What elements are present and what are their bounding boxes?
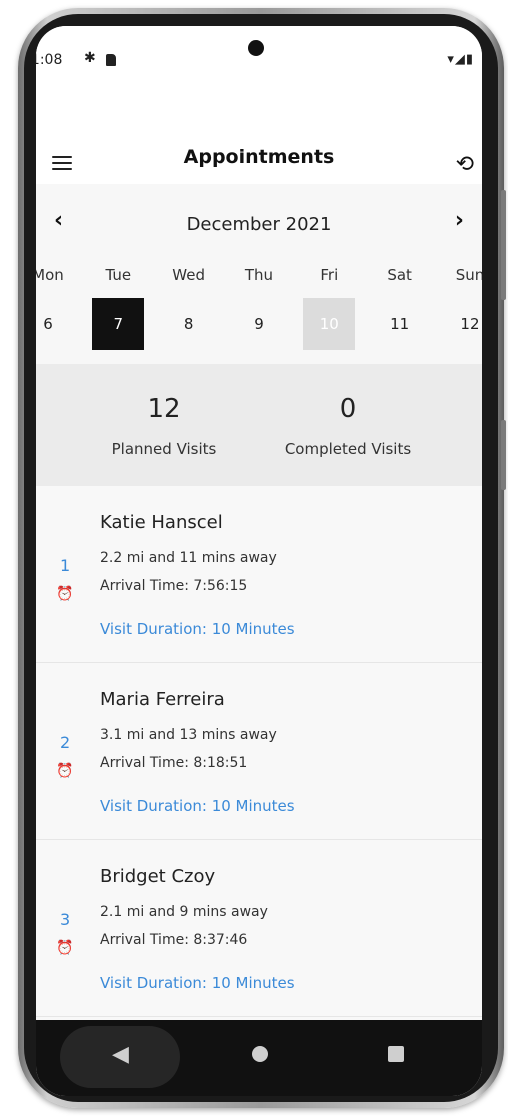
sync-icon[interactable]: ⟲ <box>456 152 474 177</box>
day-date: 11 <box>390 315 410 333</box>
status-time: 11:08 <box>36 52 63 68</box>
app-screen: 11:08 ✱ ▾◢▮ Appointments ⟲ ‹ December 20… <box>36 26 482 1096</box>
month-label: December 2021 <box>186 214 332 235</box>
arrival-time: Arrival Time: 8:18:51 <box>100 755 248 771</box>
day-date: 6 <box>43 315 53 333</box>
appointment-list: 1 ⏰ Katie Hanscel 2.2 mi and 11 mins awa… <box>36 486 482 1046</box>
power-button <box>501 420 506 490</box>
appointment-index: 3 <box>60 910 71 929</box>
day-fri: Fri 10 <box>303 266 356 350</box>
day-date: 9 <box>254 315 264 333</box>
appointment-card[interactable]: 3 ⏰ Bridget Czoy 2.1 mi and 9 mins away … <box>36 840 482 1017</box>
day-row: Mon 6 Tue 7 Wed 8 Thu 9 Fri 10 Sat 11 Su… <box>36 266 482 350</box>
day-sun[interactable]: Sun 12 <box>444 266 482 350</box>
day-name: Tue <box>105 266 132 284</box>
distance-text: 2.1 mi and 9 mins away <box>100 904 268 920</box>
day-thu[interactable]: Thu 9 <box>233 266 285 350</box>
day-name: Sat <box>387 266 412 284</box>
visit-duration-link[interactable]: Visit Duration: 10 Minutes <box>100 620 295 638</box>
alarm-clock-icon: ⏰ <box>56 586 74 602</box>
day-date-selected: 7 <box>92 298 145 350</box>
chevron-right-icon[interactable]: › <box>455 208 464 233</box>
distance-text: 3.1 mi and 13 mins away <box>100 727 277 743</box>
visit-duration-link[interactable]: Visit Duration: 10 Minutes <box>100 797 295 815</box>
planned-visits-stat: 12 Planned Visits <box>74 394 254 458</box>
day-mon[interactable]: Mon 6 <box>36 266 74 350</box>
completed-visits-stat: 0 Completed Visits <box>258 394 438 458</box>
camera-cutout <box>248 40 264 56</box>
alarm-clock-icon: ⏰ <box>56 940 74 956</box>
week-calendar: ‹ December 2021 › Mon 6 Tue 7 Wed 8 Thu … <box>36 184 482 366</box>
day-date: 12 <box>460 315 480 333</box>
day-wed[interactable]: Wed 8 <box>163 266 215 350</box>
appointment-index: 2 <box>60 733 71 752</box>
appointment-card[interactable]: 2 ⏰ Maria Ferreira 3.1 mi and 13 mins aw… <box>36 663 482 840</box>
day-sat[interactable]: Sat 11 <box>374 266 426 350</box>
system-nav-bar: ◀ <box>36 1020 482 1096</box>
visit-duration-link[interactable]: Visit Duration: 10 Minutes <box>100 974 295 992</box>
appointment-index: 1 <box>60 556 71 575</box>
gear-icon: ✱ <box>84 50 96 66</box>
day-date-disabled: 10 <box>303 298 356 350</box>
day-tue[interactable]: Tue 7 <box>92 266 145 350</box>
day-date: 8 <box>183 315 194 333</box>
volume-button <box>501 190 506 300</box>
sd-card-icon <box>106 54 116 66</box>
alarm-clock-icon: ⏰ <box>56 763 74 779</box>
completed-count: 0 <box>339 394 357 424</box>
planned-label: Planned Visits <box>111 440 217 458</box>
signal-icon: ▾◢▮ <box>447 52 474 67</box>
back-icon[interactable]: ◀ <box>112 1042 129 1067</box>
page-title: Appointments <box>183 146 335 168</box>
visit-stats: 12 Planned Visits 0 Completed Visits <box>36 364 482 486</box>
day-name: Fri <box>320 266 339 284</box>
arrival-time: Arrival Time: 8:37:46 <box>100 932 248 948</box>
day-name: Wed <box>172 266 205 284</box>
day-name: Thu <box>244 266 274 284</box>
client-name: Bridget Czoy <box>100 866 216 887</box>
recent-apps-icon[interactable] <box>388 1046 404 1062</box>
appointment-card[interactable]: 1 ⏰ Katie Hanscel 2.2 mi and 11 mins awa… <box>36 486 482 663</box>
day-name: Sun <box>455 266 482 284</box>
client-name: Maria Ferreira <box>100 689 225 710</box>
status-bar: 11:08 ✱ ▾◢▮ <box>36 26 482 96</box>
day-name: Mon <box>36 266 64 284</box>
completed-label: Completed Visits <box>284 440 412 458</box>
arrival-time: Arrival Time: 7:56:15 <box>100 578 248 594</box>
distance-text: 2.2 mi and 11 mins away <box>100 550 277 566</box>
client-name: Katie Hanscel <box>100 512 223 533</box>
home-icon[interactable] <box>252 1046 268 1062</box>
planned-count: 12 <box>147 394 181 424</box>
app-bar: Appointments ⟲ <box>36 116 482 186</box>
